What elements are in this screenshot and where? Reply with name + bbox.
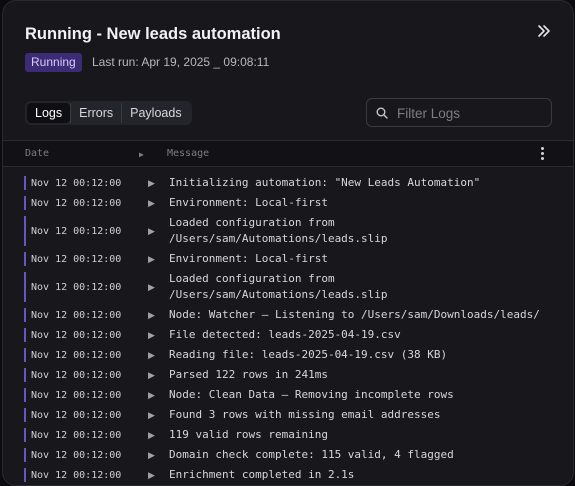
expand-row-icon[interactable]: ▶ [141,350,169,361]
log-message: Loaded configuration from /Users/sam/Aut… [169,272,388,301]
log-row[interactable]: Nov 12 00:12:00 ▶ Node: Watcher – Listenin… [3,305,573,325]
log-row[interactable]: Nov 12 00:12:00 ▶ Loaded configuration fro… [3,269,573,305]
log-row[interactable]: Nov 12 00:12:00 ▶ Parsed 122 rows in 241ms [3,365,573,385]
expand-row-icon[interactable]: ▶ [141,226,169,237]
log-message: Reading file: leads-2025-04-19.csv (38 K… [169,348,448,361]
expand-row-icon[interactable]: ▶ [141,254,169,265]
log-message: Domain check complete: 115 valid, 4 flag… [169,448,454,461]
log-message: File detected: leads-2025-04-19.csv [169,328,401,341]
search-icon [376,107,388,119]
expand-row-icon[interactable]: ▶ [141,470,169,481]
log-row[interactable]: Nov 12 00:12:00 ▶ File detected: leads-202… [3,325,573,345]
log-row[interactable]: Nov 12 00:12:00 ▶ Loaded configuration fro… [3,213,573,249]
log-message: 119 valid rows remaining [169,428,328,441]
log-message: Loaded configuration from /Users/sam/Aut… [169,216,388,245]
expand-row-icon[interactable]: ▶ [141,330,169,341]
log-message: Node: Clean Data – Removing incomplete r… [169,388,454,401]
automation-log-panel: Running - New leads automation Running L… [2,0,574,486]
last-run-text: Last run: Apr 19, 2025 _ 09:08:11 [92,55,270,69]
log-date: Nov 12 00:12:00 [31,177,122,189]
log-message: Environment: Local-first [169,252,328,265]
page-title: Running - New leads automation [25,25,281,43]
expand-row-icon[interactable]: ▶ [141,390,169,401]
log-date: Nov 12 00:12:00 [31,349,122,361]
filter-logs-input[interactable] [395,103,549,124]
expand-row-icon[interactable]: ▶ [141,410,169,421]
log-date: Nov 12 00:12:00 [31,197,122,209]
log-row[interactable]: Nov 12 00:12:00 ▶ Initializing automation:… [3,173,573,193]
log-date: Nov 12 00:12:00 [31,225,122,237]
log-date: Nov 12 00:12:00 [31,409,122,421]
log-message: Environment: Local-first [169,196,328,209]
log-date: Nov 12 00:12:00 [31,369,122,381]
log-table-header: Date ▶ Message [3,140,573,167]
expand-row-icon[interactable]: ▶ [141,430,169,441]
status-badge: Running [25,53,82,72]
expand-row-icon[interactable]: ▶ [141,370,169,381]
column-date-header: Date [25,148,50,159]
expand-row-icon[interactable]: ▶ [141,310,169,321]
more-vertical-icon[interactable] [539,147,545,161]
log-date: Nov 12 00:12:00 [31,449,122,461]
tab-logs[interactable]: Logs [27,103,71,123]
filter-logs-field[interactable] [366,98,552,127]
expand-row-icon[interactable]: ▶ [141,198,169,209]
log-date: Nov 12 00:12:00 [31,469,122,481]
log-message: Node: Watcher – Listening to /Users/sam/… [169,308,540,321]
expand-row-icon[interactable]: ▶ [141,282,169,293]
tab-errors[interactable]: Errors [70,103,121,123]
log-row[interactable]: Nov 12 00:12:00 ▶ 119 valid rows remaining [3,425,573,445]
expand-row-icon[interactable]: ▶ [141,178,169,189]
log-message: Found 3 rows with missing email addresse… [169,408,441,421]
log-row[interactable]: Nov 12 00:12:00 ▶ Environment: Local-first [3,193,573,213]
log-row[interactable]: Nov 12 00:12:00 ▶ Found 3 rows with missin… [3,405,573,425]
log-message: Enrichment completed in 2.1s [169,468,355,481]
log-row[interactable]: Nov 12 00:12:00 ▶ Domain check complete: 1… [3,445,573,465]
double-chevron-right-icon[interactable] [535,22,553,40]
log-date: Nov 12 00:12:00 [31,309,122,321]
log-date: Nov 12 00:12:00 [31,429,122,441]
log-date: Nov 12 00:12:00 [31,329,122,341]
column-expand-header: ▶ [139,150,144,159]
log-row[interactable]: Nov 12 00:12:00 ▶ Enrichment completed in … [3,465,573,485]
log-date: Nov 12 00:12:00 [31,281,122,293]
tab-payloads[interactable]: Payloads [121,103,189,123]
column-message-header: Message [167,148,210,159]
log-tabs: Logs Errors Payloads [25,101,192,125]
log-row[interactable]: Nov 12 00:12:00 ▶ Environment: Local-first [3,249,573,269]
log-date: Nov 12 00:12:00 [31,253,122,265]
log-message: Parsed 122 rows in 241ms [169,368,328,381]
log-row[interactable]: Nov 12 00:12:00 ▶ Node: Clean Data – Remov… [3,385,573,405]
expand-row-icon[interactable]: ▶ [141,450,169,461]
log-message: Initializing automation: "New Leads Auto… [169,176,481,189]
log-row[interactable]: Nov 12 00:12:00 ▶ Reading file: leads-2025… [3,345,573,365]
log-rows: Nov 12 00:12:00 ▶ Initializing automation:… [3,173,573,485]
log-date: Nov 12 00:12:00 [31,389,122,401]
